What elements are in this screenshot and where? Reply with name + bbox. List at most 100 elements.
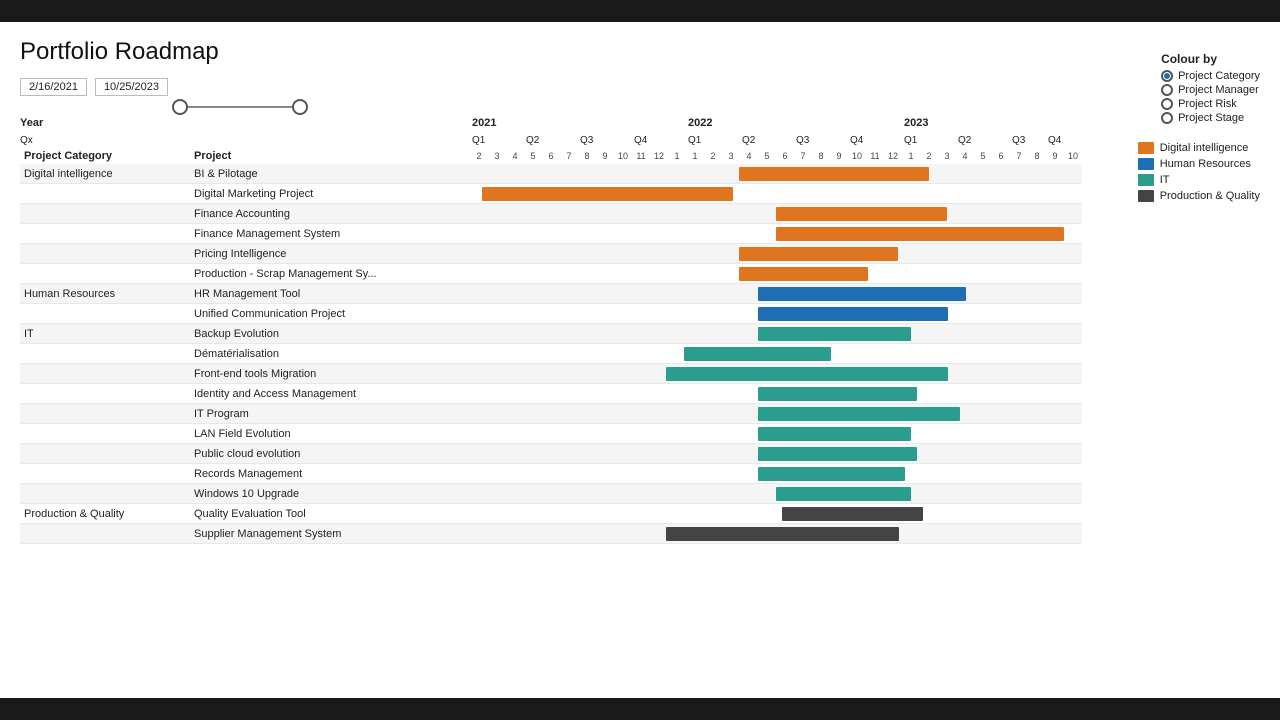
week-label: 6 bbox=[992, 151, 1010, 161]
week-label: 12 bbox=[650, 151, 668, 161]
gantt-row bbox=[470, 364, 1082, 384]
slider-thumb-left[interactable] bbox=[172, 99, 188, 115]
project-cell: IT Program bbox=[190, 408, 470, 420]
radio-label-risk: Project Risk bbox=[1178, 98, 1237, 110]
gantt-row bbox=[470, 324, 1082, 344]
radio-project-category[interactable]: Project Category bbox=[1161, 70, 1260, 82]
project-cell: LAN Field Evolution bbox=[190, 428, 470, 440]
table-row: Finance Management System bbox=[20, 224, 470, 244]
week-label: 6 bbox=[776, 151, 794, 161]
radio-label-category: Project Category bbox=[1178, 70, 1260, 82]
colour-legend-title: Colour by bbox=[1161, 52, 1260, 66]
page-title: Portfolio Roadmap bbox=[20, 38, 1260, 66]
start-date[interactable]: 2/16/2021 bbox=[20, 78, 87, 96]
quarter-label: Q1 bbox=[470, 135, 524, 146]
table-row: LAN Field Evolution bbox=[20, 424, 470, 444]
table-row: Windows 10 Upgrade bbox=[20, 484, 470, 504]
project-cell: Digital Marketing Project bbox=[190, 188, 470, 200]
radio-circle-risk bbox=[1161, 98, 1173, 110]
project-cell: HR Management Tool bbox=[190, 288, 470, 300]
week-label: 9 bbox=[830, 151, 848, 161]
table-row: Pricing Intelligence bbox=[20, 244, 470, 264]
legend-label: Digital intelligence bbox=[1160, 142, 1249, 154]
week-label: 1 bbox=[902, 151, 920, 161]
project-cell: Windows 10 Upgrade bbox=[190, 488, 470, 500]
project-cell: Public cloud evolution bbox=[190, 448, 470, 460]
gantt-bar bbox=[782, 507, 923, 521]
end-date[interactable]: 10/25/2023 bbox=[95, 78, 168, 96]
top-bar bbox=[0, 0, 1280, 22]
category-column-header: Project Category bbox=[20, 148, 190, 164]
week-label: 7 bbox=[794, 151, 812, 161]
gantt-bar bbox=[758, 427, 911, 441]
gantt-bar bbox=[758, 307, 948, 321]
quarter-label: Q1 bbox=[902, 135, 956, 146]
gantt-bar bbox=[739, 247, 898, 261]
quarter-label: Q3 bbox=[794, 135, 848, 146]
year-labels-row: 202120222023 bbox=[470, 114, 1260, 132]
gantt-bar bbox=[758, 387, 917, 401]
week-label: 3 bbox=[938, 151, 956, 161]
project-cell: Dématérialisation bbox=[190, 348, 470, 360]
gantt-bar bbox=[684, 347, 831, 361]
gantt-bar bbox=[758, 467, 905, 481]
table-row: Finance Accounting bbox=[20, 204, 470, 224]
year-label: 2021 bbox=[470, 117, 686, 129]
category-cell: IT bbox=[20, 328, 190, 340]
table-row: Unified Communication Project bbox=[20, 304, 470, 324]
week-label: 10 bbox=[614, 151, 632, 161]
project-cell: Finance Accounting bbox=[190, 208, 470, 220]
table-row: Supplier Management System bbox=[20, 524, 470, 544]
gantt-bar bbox=[758, 287, 966, 301]
week-label: 8 bbox=[578, 151, 596, 161]
project-cell: Production - Scrap Management Sy... bbox=[190, 268, 470, 280]
gantt-bar bbox=[758, 447, 917, 461]
week-label: 12 bbox=[884, 151, 902, 161]
year-label: 2023 bbox=[902, 117, 1082, 129]
gantt-row bbox=[470, 184, 1082, 204]
table-row: Dématérialisation bbox=[20, 344, 470, 364]
table-row: ITBackup Evolution bbox=[20, 324, 470, 344]
timeline-slider[interactable] bbox=[180, 106, 300, 108]
chart-container: Year Qx Project Category Project 2021202… bbox=[20, 114, 1260, 164]
week-label: 8 bbox=[812, 151, 830, 161]
week-label: 7 bbox=[1010, 151, 1028, 161]
slider-area bbox=[180, 106, 1260, 108]
week-label: 11 bbox=[866, 151, 884, 161]
week-label: 10 bbox=[848, 151, 866, 161]
radio-project-manager[interactable]: Project Manager bbox=[1161, 84, 1260, 96]
project-cell: Quality Evaluation Tool bbox=[190, 508, 470, 520]
gantt-bar bbox=[776, 487, 911, 501]
week-label: 4 bbox=[506, 151, 524, 161]
quarter-label: Q3 bbox=[1010, 135, 1046, 146]
radio-project-risk[interactable]: Project Risk bbox=[1161, 98, 1260, 110]
gantt-row bbox=[470, 464, 1082, 484]
gantt-bar bbox=[758, 407, 960, 421]
project-cell: Finance Management System bbox=[190, 228, 470, 240]
radio-circle-category bbox=[1161, 70, 1173, 82]
quarter-label: Q2 bbox=[740, 135, 794, 146]
qx-header: Qx bbox=[20, 135, 33, 146]
gantt-row bbox=[470, 304, 1082, 324]
gantt-bar bbox=[666, 367, 948, 381]
project-cell: Pricing Intelligence bbox=[190, 248, 470, 260]
week-label: 3 bbox=[722, 151, 740, 161]
category-cell: Production & Quality bbox=[20, 508, 190, 520]
gantt-row bbox=[470, 224, 1082, 244]
left-panel: Year Qx Project Category Project bbox=[20, 114, 470, 164]
week-label: 5 bbox=[758, 151, 776, 161]
quarter-label: Q3 bbox=[578, 135, 632, 146]
slider-thumb-right[interactable] bbox=[292, 99, 308, 115]
project-column-header: Project bbox=[190, 148, 470, 164]
week-label: 4 bbox=[740, 151, 758, 161]
legend-swatch bbox=[1138, 142, 1154, 154]
quarter-label: Q4 bbox=[848, 135, 902, 146]
table-row: Identity and Access Management bbox=[20, 384, 470, 404]
category-cell: Human Resources bbox=[20, 288, 190, 300]
gantt-bar bbox=[739, 267, 868, 281]
week-label: 5 bbox=[974, 151, 992, 161]
week-label: 5 bbox=[524, 151, 542, 161]
quarter-label: Q4 bbox=[1046, 135, 1082, 146]
table-row: Human ResourcesHR Management Tool bbox=[20, 284, 470, 304]
radio-circle-manager bbox=[1161, 84, 1173, 96]
